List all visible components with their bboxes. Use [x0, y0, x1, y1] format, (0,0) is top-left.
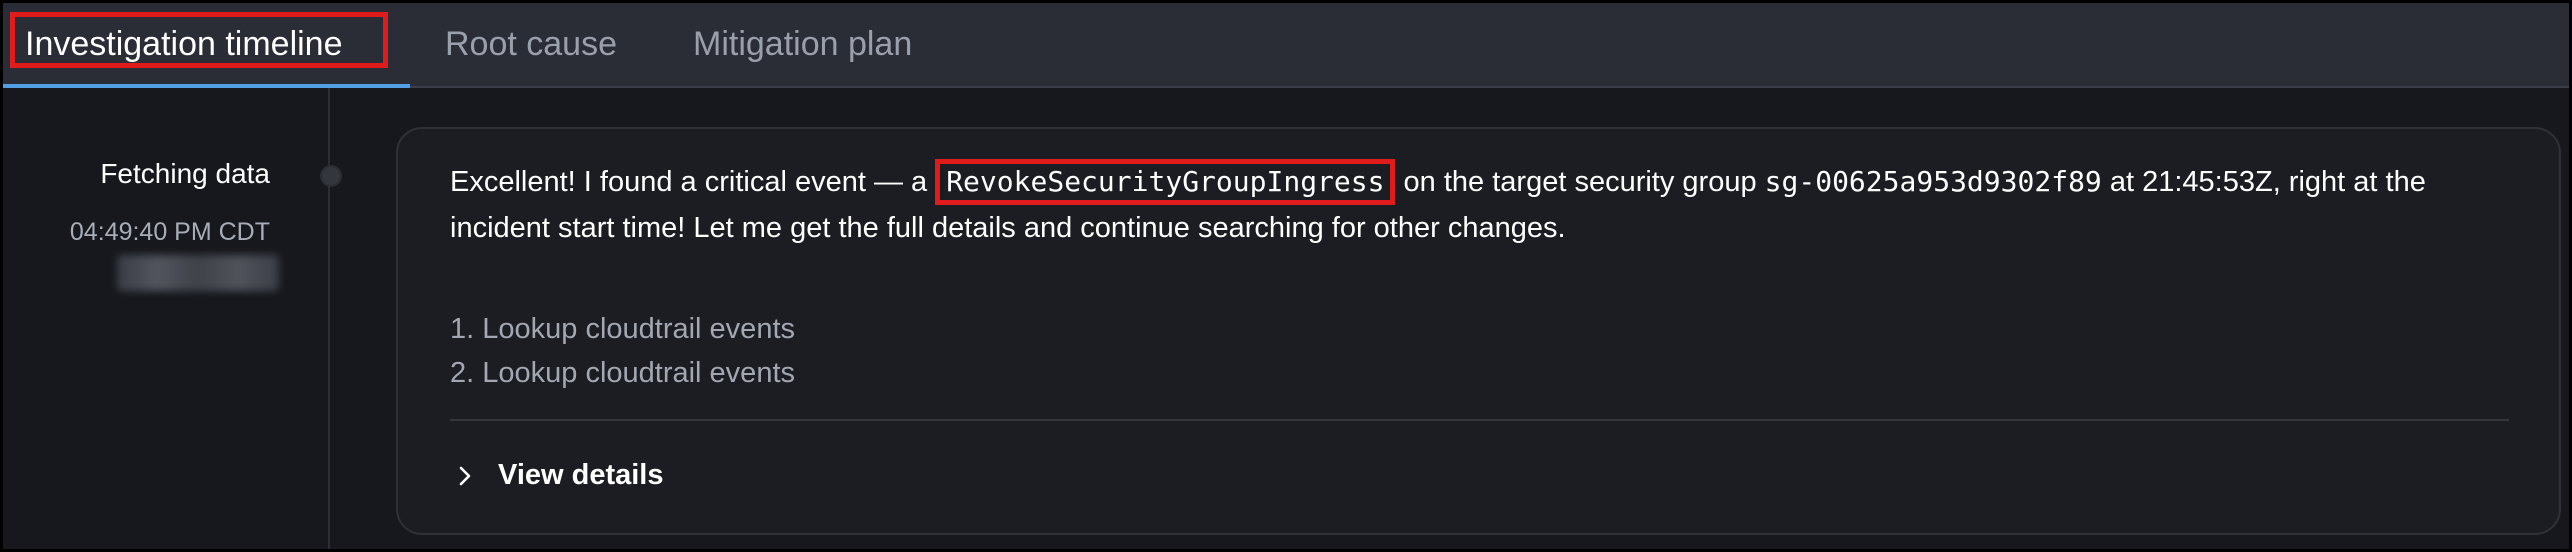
redacted-text [117, 255, 279, 291]
security-group-code: sg-00625a953d9302f89 [1764, 165, 2102, 198]
tab-label: Root cause [445, 25, 617, 63]
list-item: 2. Lookup cloudtrail events [450, 357, 795, 389]
message-text: Excellent! I found a critical event — a [450, 166, 936, 198]
view-details-label: View details [498, 459, 664, 491]
message-text: on the target security group [1395, 166, 1765, 198]
step-list: 1. Lookup cloudtrail events 2. Lookup cl… [450, 307, 795, 395]
timeline-dot [320, 165, 342, 187]
timeline-event-card: Excellent! I found a critical event — a … [396, 127, 2561, 535]
event-name-code: RevokeSecurityGroupIngress [935, 159, 1396, 205]
timeline-rail [328, 88, 330, 549]
tab-root-cause[interactable]: Root cause [445, 3, 617, 86]
event-message: Excellent! I found a critical event — a … [450, 159, 2530, 251]
divider [450, 419, 2509, 421]
tab-label: Mitigation plan [693, 25, 913, 63]
tab-bar: Investigation timeline Root cause Mitiga… [3, 3, 2569, 88]
active-tab-indicator [3, 84, 410, 88]
highlight-box-tab [10, 12, 388, 68]
timeline-entry-title: Fetching data [100, 158, 270, 189]
timeline-entry-time: 04:49:40 PM CDT [69, 218, 270, 246]
view-details-toggle[interactable]: View details [450, 459, 664, 492]
investigation-panel: Investigation timeline Root cause Mitiga… [3, 3, 2569, 549]
list-item: 1. Lookup cloudtrail events [450, 313, 795, 345]
tab-mitigation-plan[interactable]: Mitigation plan [693, 3, 912, 86]
chevron-right-icon [459, 466, 471, 485]
